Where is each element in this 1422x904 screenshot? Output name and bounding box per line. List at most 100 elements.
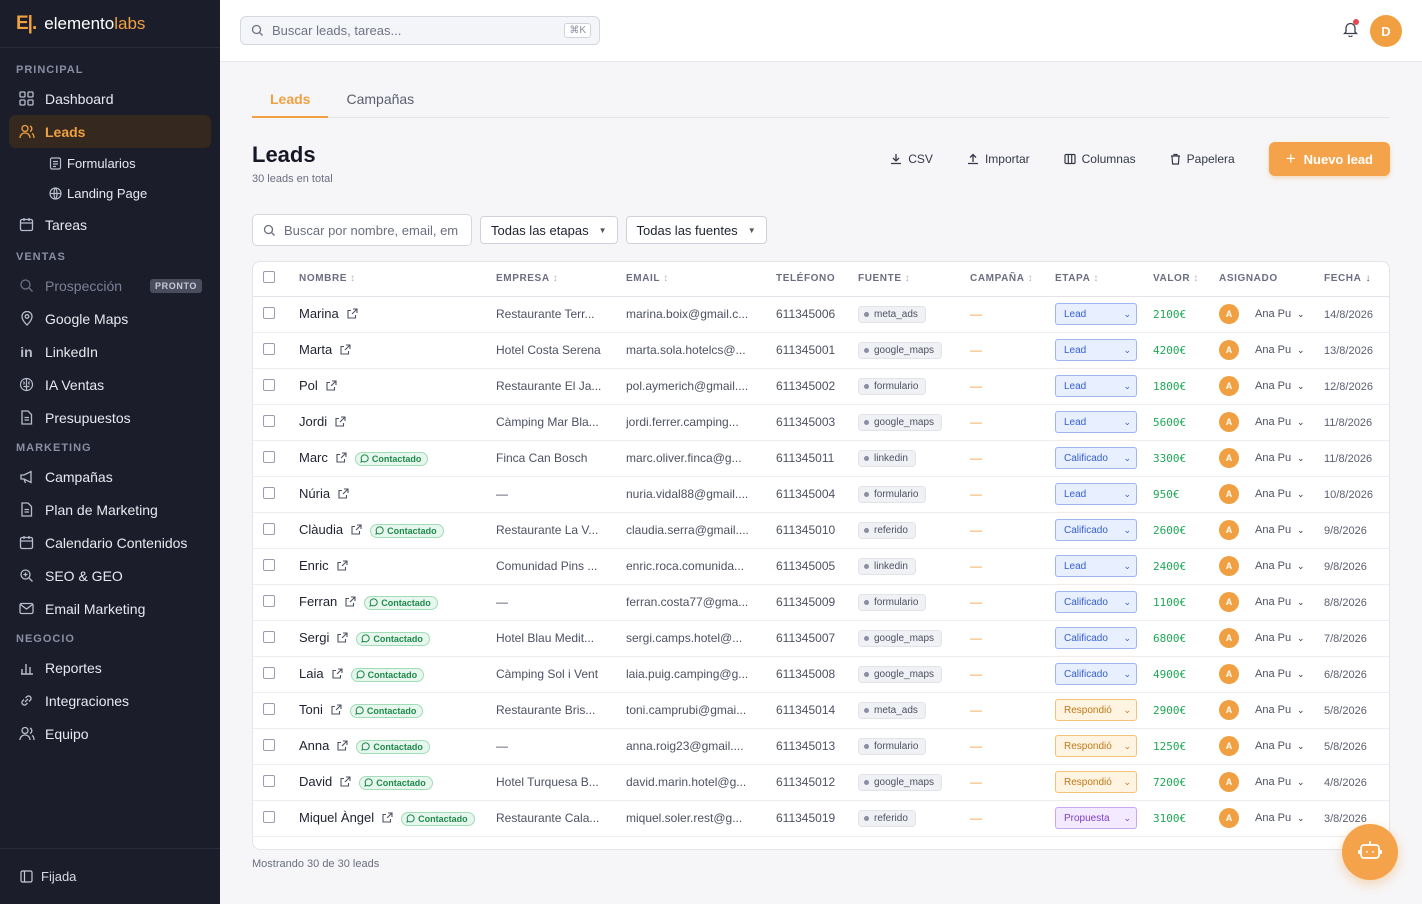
external-link-icon[interactable] [338, 487, 349, 502]
table-row[interactable]: Núria — nuria.vidal88@gmail.... 611345004 fo… [253, 476, 1389, 513]
sidebar-item-presupuestos[interactable]: Presupuestos [9, 401, 211, 434]
lead-name[interactable]: Núria [299, 486, 330, 501]
sidebar-item-integraciones[interactable]: Integraciones [9, 684, 211, 717]
table-row[interactable]: Enric Comunidad Pins ... enric.roca.comuni… [253, 548, 1389, 585]
tab-leads[interactable]: Leads [252, 80, 329, 118]
lead-search-input[interactable]: Buscar por nombre, email, em [252, 214, 472, 246]
trash-button[interactable]: Papelera [1170, 152, 1235, 166]
table-row[interactable]: Marta Hotel Costa Serena marta.sola.hotelc… [253, 332, 1389, 369]
table-row[interactable]: Sergi Contactado Hotel Blau Medit... sergi.… [253, 620, 1389, 657]
col-telefono[interactable]: TELÉFONO [776, 262, 858, 297]
sidebar-item-formularios[interactable]: Formularios [9, 148, 211, 178]
assignee-select[interactable]: A Ana Pu ⌄ [1219, 664, 1305, 684]
notifications-button[interactable] [1342, 19, 1359, 42]
assignee-select[interactable]: A Ana Pu ⌄ [1219, 448, 1305, 468]
table-row[interactable]: Pol Restaurante El Ja... pol.aymerich@gmai… [253, 368, 1389, 405]
assignee-select[interactable]: A Ana Pu ⌄ [1219, 520, 1305, 540]
stage-select[interactable]: Calificado ⌄ [1055, 591, 1137, 613]
stage-select[interactable]: Lead ⌄ [1055, 339, 1137, 361]
col-campana[interactable]: CAMPAÑA ↕ [970, 262, 1055, 297]
external-link-icon[interactable] [326, 379, 337, 394]
stage-select[interactable]: Calificado ⌄ [1055, 627, 1137, 649]
sidebar-item-tareas[interactable]: Tareas [9, 208, 211, 241]
lead-name[interactable]: Marc [299, 450, 328, 465]
sidebar-item-linkedin[interactable]: in LinkedIn [9, 335, 211, 368]
col-valor[interactable]: VALOR ↕ [1153, 262, 1219, 297]
lead-name[interactable]: Clàudia [299, 522, 343, 537]
col-fuente[interactable]: FUENTE ↕ [858, 262, 970, 297]
assignee-select[interactable]: A Ana Pu ⌄ [1219, 628, 1305, 648]
row-checkbox[interactable] [263, 810, 275, 823]
lead-name[interactable]: Jordi [299, 414, 327, 429]
row-checkbox[interactable] [263, 378, 275, 391]
csv-button[interactable]: CSV [890, 152, 933, 166]
select-all-checkbox[interactable] [263, 271, 275, 284]
assignee-select[interactable]: A Ana Pu ⌄ [1219, 772, 1305, 792]
assignee-select[interactable]: A Ana Pu ⌄ [1219, 700, 1305, 720]
row-checkbox[interactable] [263, 342, 275, 355]
external-link-icon[interactable] [340, 343, 351, 358]
row-checkbox[interactable] [263, 666, 275, 679]
stage-select[interactable]: Calificado ⌄ [1055, 447, 1137, 469]
external-link-icon[interactable] [382, 811, 393, 826]
lead-name[interactable]: Marta [299, 342, 332, 357]
table-row[interactable]: Toni Contactado Restaurante Bris... toni.ca… [253, 692, 1389, 729]
stage-select[interactable]: Respondió ⌄ [1055, 771, 1137, 793]
lead-name[interactable]: Enric [299, 558, 329, 573]
lead-name[interactable]: Marina [299, 306, 339, 321]
row-checkbox[interactable] [263, 738, 275, 751]
assignee-select[interactable]: A Ana Pu ⌄ [1219, 556, 1305, 576]
external-link-icon[interactable] [332, 667, 343, 682]
assignee-select[interactable]: A Ana Pu ⌄ [1219, 376, 1305, 396]
stage-select[interactable]: Respondió ⌄ [1055, 699, 1137, 721]
lead-name[interactable]: Pol [299, 378, 318, 393]
sidebar-item-calendario[interactable]: Calendario Contenidos [9, 526, 211, 559]
stage-select[interactable]: Calificado ⌄ [1055, 663, 1137, 685]
col-nombre[interactable]: NOMBRE ↕ [299, 262, 496, 297]
sidebar-item-campanas[interactable]: Campañas [9, 460, 211, 493]
lead-name[interactable]: Miquel Àngel [299, 810, 374, 825]
col-fecha[interactable]: FECHA ↓ [1324, 262, 1389, 297]
import-button[interactable]: Importar [967, 152, 1030, 166]
sidebar-item-seo-geo[interactable]: SEO & GEO [9, 559, 211, 592]
stage-select[interactable]: Calificado ⌄ [1055, 519, 1137, 541]
assistant-bot-button[interactable] [1342, 824, 1398, 880]
sidebar-item-landing-page[interactable]: Landing Page [9, 178, 211, 208]
external-link-icon[interactable] [345, 595, 356, 610]
assignee-select[interactable]: A Ana Pu ⌄ [1219, 484, 1305, 504]
source-filter-select[interactable]: Todas las fuentes ▼ [625, 216, 767, 244]
stage-select[interactable]: Respondió ⌄ [1055, 735, 1137, 757]
assignee-select[interactable]: A Ana Pu ⌄ [1219, 412, 1305, 432]
lead-name[interactable]: Anna [299, 738, 329, 753]
sidebar-item-prospeccion[interactable]: Prospección PRONTO [9, 269, 211, 302]
lead-name[interactable]: Sergi [299, 630, 329, 645]
stage-select[interactable]: Lead ⌄ [1055, 411, 1137, 433]
table-row[interactable]: Marc Contactado Finca Can Bosch marc.oliver… [253, 440, 1389, 477]
table-row[interactable]: David Contactado Hotel Turquesa B... david.… [253, 764, 1389, 801]
assignee-select[interactable]: A Ana Pu ⌄ [1219, 340, 1305, 360]
sidebar-item-equipo[interactable]: Equipo [9, 717, 211, 750]
external-link-icon[interactable] [351, 523, 362, 538]
columns-button[interactable]: Columnas [1064, 152, 1136, 166]
table-row[interactable]: Laia Contactado Càmping Sol i Vent laia.pui… [253, 656, 1389, 693]
row-checkbox[interactable] [263, 594, 275, 607]
col-email[interactable]: EMAIL ↕ [626, 262, 776, 297]
stage-select[interactable]: Lead ⌄ [1055, 303, 1137, 325]
table-row[interactable]: Clàudia Contactado Restaurante La V... clau… [253, 512, 1389, 549]
table-row[interactable]: Anna Contactado — anna.roig23@gmail.... 6113… [253, 728, 1389, 765]
sidebar-item-plan-marketing[interactable]: Plan de Marketing [9, 493, 211, 526]
sidebar-item-google-maps[interactable]: Google Maps [9, 302, 211, 335]
col-asignado[interactable]: ASIGNADO [1219, 262, 1324, 297]
row-checkbox[interactable] [263, 450, 275, 463]
table-row[interactable]: Miquel Àngel Contactado Restaurante Cala..… [253, 800, 1389, 837]
stage-select[interactable]: Propuesta ⌄ [1055, 807, 1137, 829]
sidebar-item-leads[interactable]: Leads [9, 115, 211, 148]
external-link-icon[interactable] [331, 703, 342, 718]
col-etapa[interactable]: ETAPA ↕ [1055, 262, 1153, 297]
sidebar-item-reportes[interactable]: Reportes [9, 651, 211, 684]
lead-name[interactable]: Laia [299, 666, 324, 681]
lead-name[interactable]: David [299, 774, 332, 789]
external-link-icon[interactable] [347, 307, 358, 322]
table-row[interactable]: Marina Restaurante Terr... marina.boix@gma… [253, 296, 1389, 333]
stage-select[interactable]: Lead ⌄ [1055, 555, 1137, 577]
